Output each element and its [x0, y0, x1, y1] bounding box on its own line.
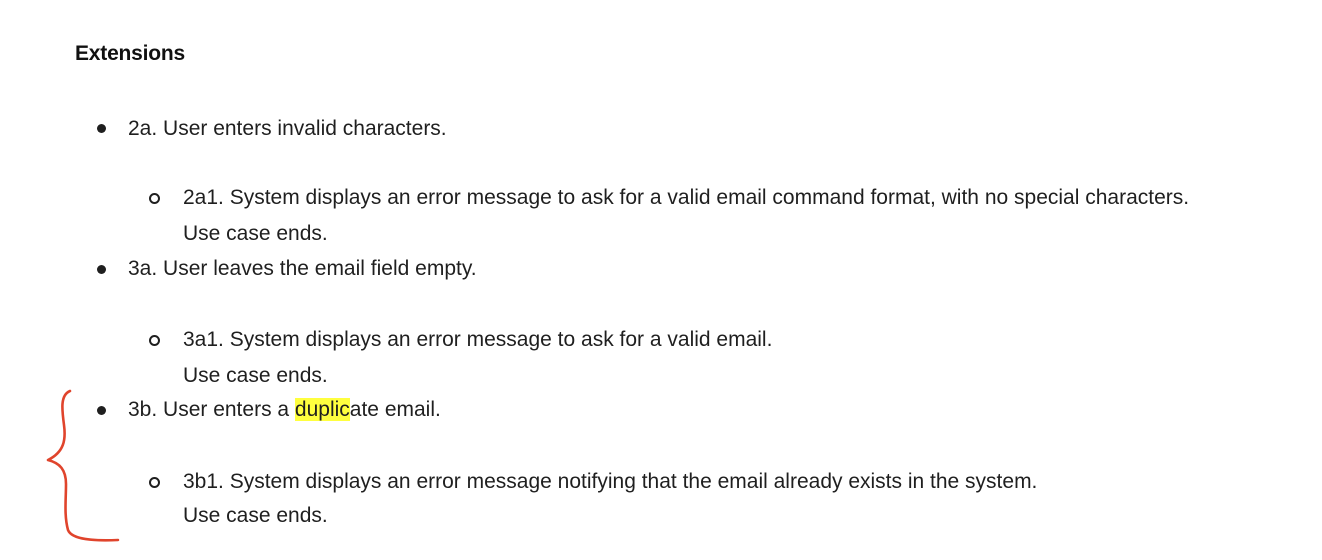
extensions-heading: Extensions: [75, 42, 186, 65]
bullet-2a: [97, 124, 106, 133]
highlighted-text: duplic: [294, 398, 350, 421]
extension-3b-text-after: ate email.: [349, 398, 441, 421]
extension-2a1-ends: Use case ends.: [183, 222, 328, 245]
sub-bullet-3b1: [149, 477, 160, 488]
bullet-3a: [97, 265, 106, 274]
extension-3b1-ends: Use case ends.: [183, 504, 328, 527]
extension-3b: 3b. User enters a duplicate email.: [128, 392, 441, 428]
extension-3b1: 3b1. System displays an error message no…: [183, 470, 1038, 493]
extension-3b-text-before: 3b. User enters a: [128, 398, 295, 421]
extension-3a1-ends: Use case ends.: [183, 364, 328, 387]
red-brace-stroke: [46, 389, 120, 542]
extension-2a1: 2a1. System displays an error message to…: [183, 186, 1190, 209]
bullet-3b: [97, 406, 106, 415]
extension-3a: 3a. User leaves the email field empty.: [128, 257, 477, 280]
extension-3a1: 3a1. System displays an error message to…: [183, 328, 773, 351]
sub-bullet-2a1: [149, 193, 160, 204]
sub-bullet-3a1: [149, 335, 160, 346]
extension-2a: 2a. User enters invalid characters.: [128, 117, 447, 140]
